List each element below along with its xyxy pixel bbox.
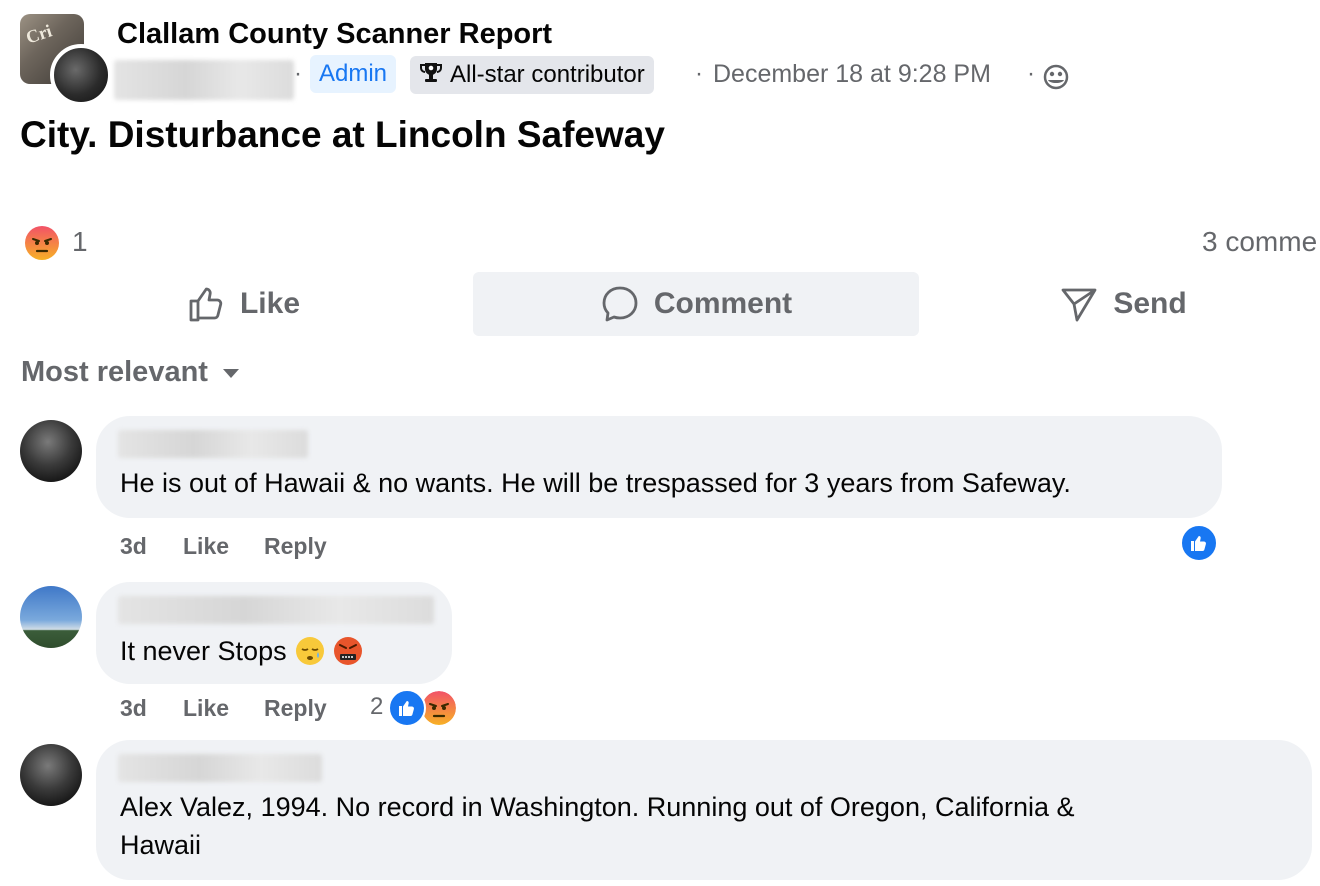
comment-button[interactable]: Comment [473, 272, 919, 336]
comment-bubble: It never Stops [96, 582, 452, 684]
like-reaction-icon[interactable] [388, 689, 426, 727]
comment-time[interactable]: 3d [120, 533, 147, 560]
like-button[interactable]: Like [20, 272, 466, 336]
comment-text: Alex Valez, 1994. No record in Washingto… [120, 788, 1075, 864]
comment-label: Comment [653, 287, 793, 320]
commenter-avatar[interactable] [20, 420, 82, 482]
audience-icon[interactable] [1042, 63, 1070, 91]
comment-bubble: Alex Valez, 1994. No record in Washingto… [96, 740, 1312, 880]
comment-text-line: Alex Valez, 1994. No record in Washingto… [120, 792, 1075, 822]
contributor-badge-label: All-star contributor [450, 61, 645, 88]
sort-label: Most relevant [21, 356, 208, 388]
like-icon [189, 287, 223, 322]
author-avatar[interactable] [50, 44, 112, 106]
post-timestamp[interactable]: December 18 at 9:28 PM [713, 60, 991, 89]
comment-count[interactable]: 3 comme [1202, 226, 1317, 258]
comment-time[interactable]: 3d [120, 695, 147, 722]
comment-reply-button[interactable]: Reply [264, 533, 327, 560]
commenter-name-redacted[interactable] [118, 754, 322, 782]
comment-reaction-count[interactable]: 2 [370, 693, 383, 721]
group-avatar[interactable]: Cri [20, 14, 112, 106]
commenter-name-redacted[interactable] [118, 596, 434, 624]
like-reaction-icon[interactable] [1180, 524, 1218, 562]
comment-like-button[interactable]: Like [183, 695, 229, 722]
post-text: City. Disturbance at Lincoln Safeway [20, 114, 665, 155]
comment-sort-dropdown[interactable]: Most relevant [21, 356, 240, 389]
comment-text: It never Stops [120, 636, 287, 666]
comment-reply-button[interactable]: Reply [264, 695, 327, 722]
send-icon [1061, 288, 1097, 322]
trophy-icon [420, 63, 442, 82]
author-name-redacted[interactable] [114, 60, 294, 100]
all-star-contributor-badge: All-star contributor [410, 56, 654, 94]
separator-dot: · [1027, 60, 1035, 87]
cursing-emoji-icon [333, 637, 362, 665]
separator-dot: · [294, 60, 302, 87]
admin-badge: Admin [310, 55, 397, 93]
sleepy-emoji-icon [295, 637, 324, 665]
send-button[interactable]: Send [926, 272, 1320, 336]
comment-icon [602, 286, 638, 322]
commenter-name-redacted[interactable] [118, 430, 308, 458]
commenter-avatar[interactable] [20, 744, 82, 806]
send-label: Send [1113, 287, 1187, 320]
angry-reaction-icon[interactable] [24, 225, 60, 261]
group-name[interactable]: Clallam County Scanner Report [117, 18, 552, 51]
comment-content: It never Stops [120, 632, 363, 670]
commenter-avatar[interactable] [20, 586, 82, 648]
comment-text: He is out of Hawaii & no wants. He will … [120, 468, 1071, 498]
comment-like-button[interactable]: Like [183, 533, 229, 560]
like-label: Like [239, 287, 301, 320]
comment-bubble: He is out of Hawaii & no wants. He will … [96, 416, 1222, 518]
reaction-count[interactable]: 1 [72, 226, 88, 258]
caret-down-icon [222, 368, 239, 378]
separator-dot: · [695, 60, 703, 87]
comment-text-line: Hawaii [120, 830, 202, 860]
